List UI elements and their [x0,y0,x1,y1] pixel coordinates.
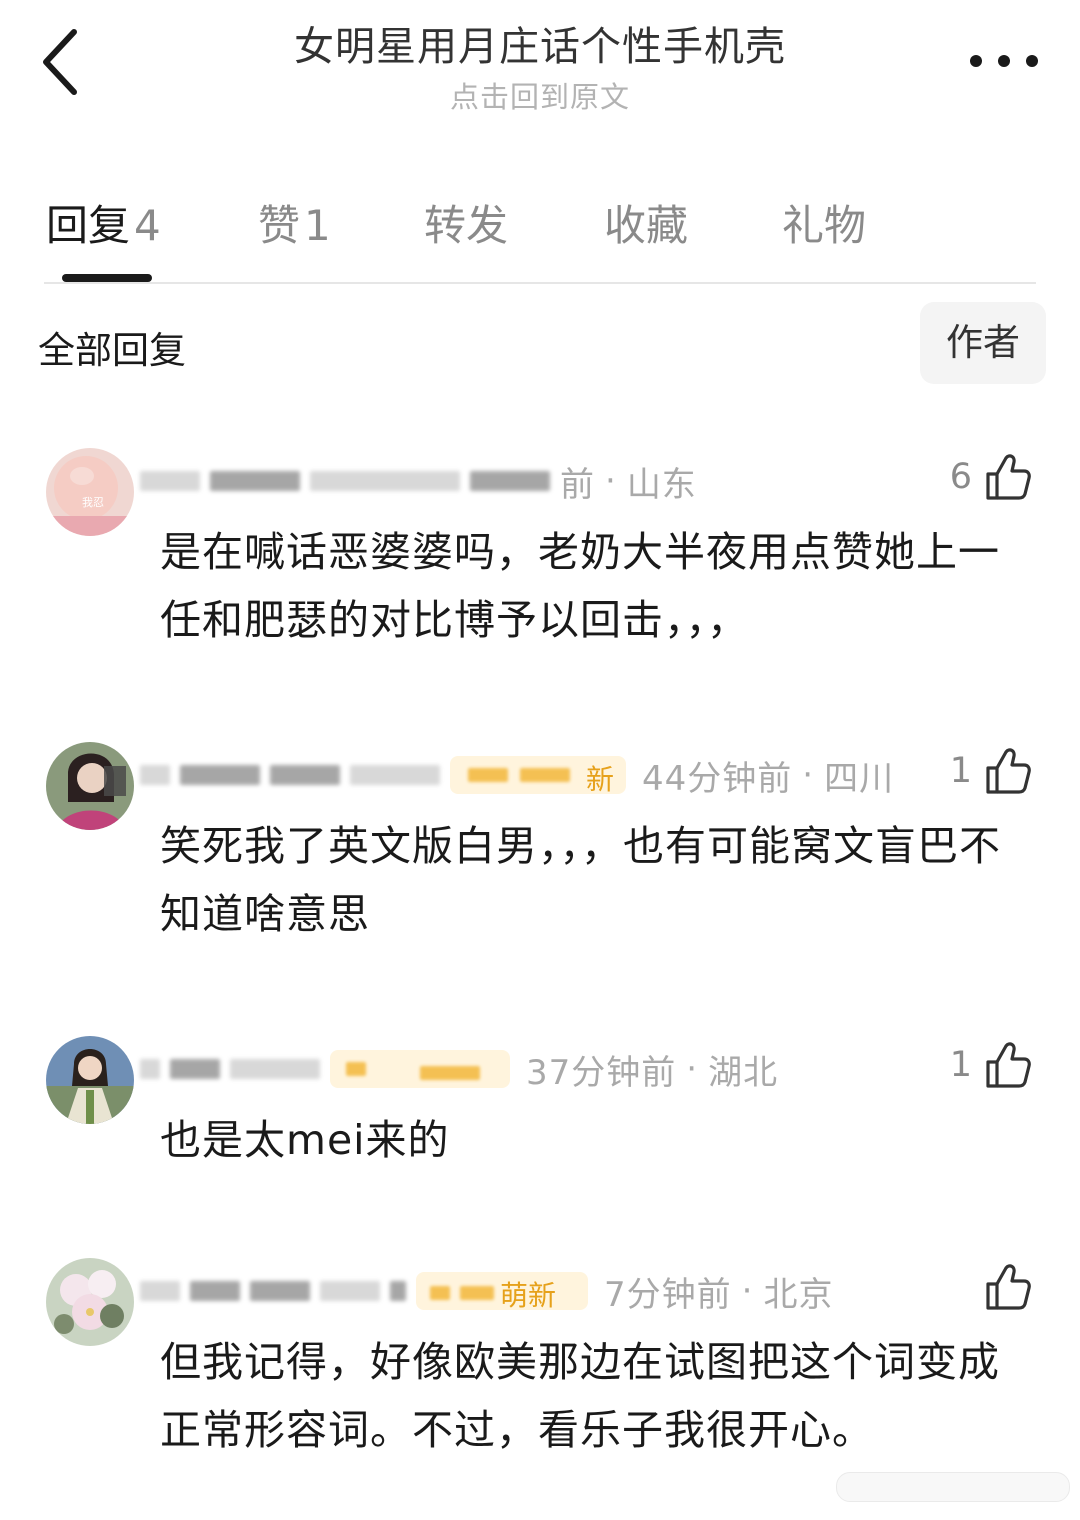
tab-replies-count: 4 [134,201,161,250]
tab-likes-label: 赞 [258,201,301,250]
like-button[interactable] [972,1262,1032,1312]
user-badge: 萌新 [416,1272,588,1312]
redacted-username [230,1059,320,1079]
redacted-username [140,471,200,491]
redacted-username [140,1281,180,1301]
thumbs-up-icon [986,1042,1031,1088]
avatar-image [46,1258,134,1346]
like-count: 6 [949,457,972,497]
avatar-image [46,1036,134,1124]
top-bar: 女明星用月庄话个性手机壳 点击回到原文 [0,0,1080,120]
redacted-username [140,765,170,785]
tab-replies-label: 回复 [46,201,131,250]
redacted-username [190,1281,240,1301]
avatar[interactable] [46,1036,134,1124]
comment-text: 笑死我了英文版白男，，，也有可能窝文盲巴不知道啥意思 [160,822,1001,938]
like-count: 1 [949,1045,972,1085]
comment-text: 但我记得，好像欧美那边在试图把这个词变成正常形容词。不过，看乐子我很开心。 [160,1338,1000,1454]
more-dots-icon [970,55,1038,67]
comment-meta: 前 · 山东 [140,456,697,506]
redacted-username [170,1059,220,1079]
meta-separator: · [802,755,815,795]
redacted-username [350,765,440,785]
tab-likes[interactable]: 赞1 [258,192,331,253]
tab-gifts-label: 礼物 [782,201,867,250]
redacted-username [270,765,340,785]
thumbs-up-icon [986,1264,1031,1310]
redacted-username [180,765,260,785]
active-tab-indicator [62,274,152,282]
avatar-caption: 我忍 [82,496,104,509]
badge-label: 萌新 [500,1279,557,1312]
like-button[interactable]: 1 [950,746,1032,796]
tab-bar: 回复4 赞1 转发 收藏 礼物 [0,180,1080,284]
thumbs-up-icon [986,454,1031,500]
comment-location: 湖北 [708,1052,779,1093]
badge-label: 新 [586,763,615,796]
redacted-username [470,471,550,491]
avatar[interactable]: 我忍 [46,448,134,536]
meta-separator: · [741,1271,754,1311]
comment-time: 7分钟前 [604,1274,732,1315]
meta-separator: · [686,1049,699,1089]
redacted-username [250,1281,310,1301]
avatar[interactable] [46,742,134,830]
comment-text: 也是太mei来的 [160,1116,450,1164]
avatar-image: 我忍 [46,448,134,536]
comment-time: 前 [560,464,595,505]
user-badge [330,1050,510,1088]
tab-favorites-label: 收藏 [604,201,689,250]
tab-replies[interactable]: 回复4 [46,192,161,253]
comment-location: 北京 [763,1274,834,1315]
user-badge: 新 [450,756,626,796]
comment-time: 44分钟前 [642,758,793,799]
all-replies-label[interactable]: 全部回复 [38,320,186,374]
tab-likes-count: 1 [304,201,331,250]
reply-page: 女明星用月庄话个性手机壳 点击回到原文 回复4 赞1 转发 收藏 礼物 全部回复… [0,0,1080,1520]
input-bar-hint[interactable] [836,1472,1070,1502]
thumbs-up-icon [986,748,1031,794]
redacted-username [320,1281,380,1301]
tab-favorites[interactable]: 收藏 [604,192,688,253]
avatar-image [46,742,134,830]
page-title[interactable]: 女明星用月庄话个性手机壳 [0,14,1080,72]
like-button[interactable]: 1 [950,1040,1032,1090]
more-button[interactable] [964,44,1044,78]
like-count: 1 [949,751,972,791]
comment-meta: 萌新 7分钟前 · 北京 [140,1266,833,1316]
redacted-username [310,471,460,491]
redacted-username [140,1059,160,1079]
comment-meta: 37分钟前 · 湖北 [140,1044,778,1094]
comment-location: 山东 [626,464,697,505]
tab-gifts[interactable]: 礼物 [782,192,866,253]
redacted-username [390,1281,406,1301]
tab-reposts[interactable]: 转发 [424,192,508,253]
comment-time: 37分钟前 [526,1052,677,1093]
meta-separator: · [605,461,617,501]
comment-meta: 新 44分钟前 · 四川 [140,750,894,800]
tab-reposts-label: 转发 [424,201,509,250]
avatar[interactable] [46,1258,134,1346]
comment-text: 是在喊话恶婆婆吗，老奶大半夜用点赞她上一任和肥瑟的对比博予以回击，，， [160,528,1000,644]
like-button[interactable]: 6 [950,452,1032,502]
comment-location: 四川 [824,758,895,799]
back-to-original-link[interactable]: 点击回到原文 [0,74,1080,116]
author-filter-button[interactable]: 作者 [920,302,1046,384]
divider [44,282,1036,284]
redacted-username [210,471,300,491]
